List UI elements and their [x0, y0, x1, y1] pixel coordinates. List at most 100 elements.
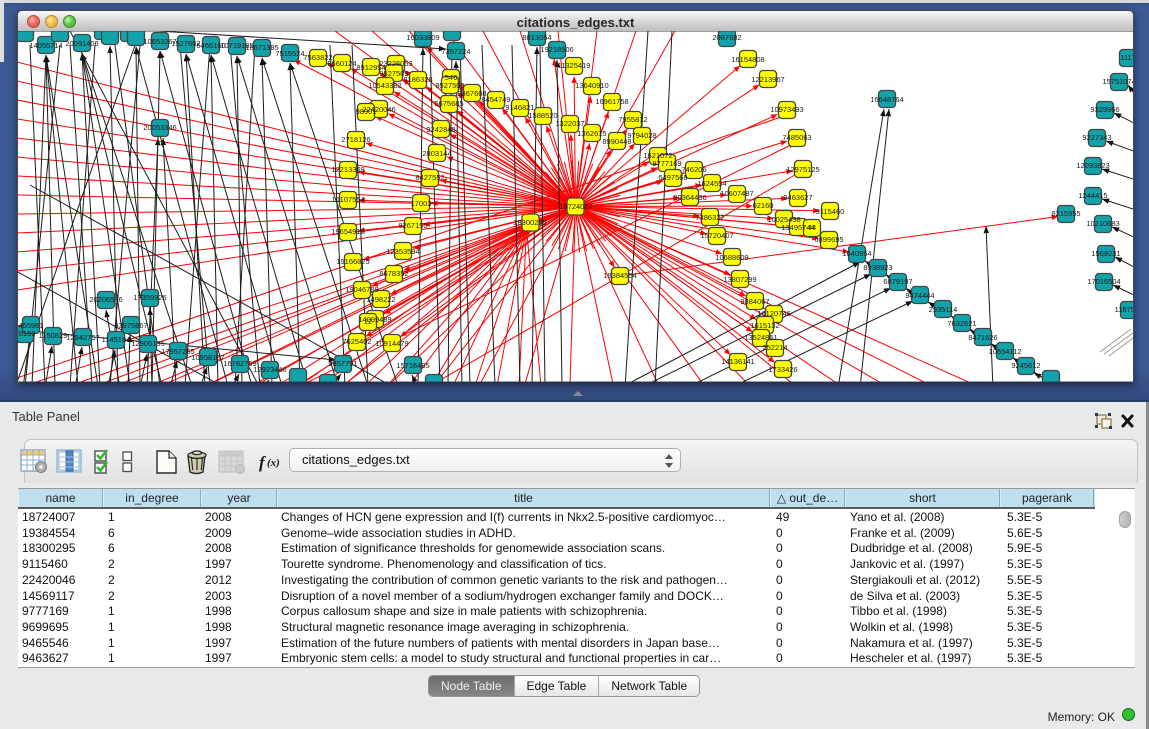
svg-text:15720407: 15720407 — [700, 231, 733, 240]
svg-text:13524851: 13524851 — [744, 333, 777, 342]
svg-text:455961: 455961 — [18, 321, 43, 330]
svg-text:1244415: 1244415 — [1078, 191, 1107, 200]
svg-text:17957255: 17957255 — [161, 347, 194, 356]
svg-text:16648764: 16648764 — [870, 95, 903, 104]
svg-text:f: f — [259, 453, 267, 472]
svg-text:2803144: 2803144 — [422, 149, 451, 158]
svg-text:9115460: 9115460 — [816, 207, 845, 216]
svg-text:12975125: 12975125 — [786, 165, 819, 174]
svg-text:23226053: 23226053 — [379, 59, 412, 68]
svg-text:16154808: 16154808 — [731, 55, 764, 64]
svg-text:(x): (x) — [267, 457, 280, 469]
svg-text:6497568: 6497568 — [658, 173, 687, 182]
svg-text:8471626: 8471626 — [968, 333, 997, 342]
svg-text:6899695: 6899695 — [814, 235, 843, 244]
svg-text:1733426: 1733426 — [768, 365, 797, 374]
svg-text:12213967: 12213967 — [751, 75, 784, 84]
svg-text:6879197: 6879197 — [883, 277, 912, 286]
svg-text:16961758: 16961758 — [595, 97, 628, 106]
svg-text:7955812: 7955812 — [618, 115, 647, 124]
svg-text:19384554: 19384554 — [603, 271, 636, 280]
svg-text:7625402: 7625402 — [342, 337, 371, 346]
svg-text:252214: 252214 — [762, 343, 787, 352]
svg-text:98901: 98901 — [356, 107, 377, 116]
svg-text:7386322: 7386322 — [695, 213, 724, 222]
svg-text:8427552: 8427552 — [415, 173, 444, 182]
svg-text:15716485: 15716485 — [396, 361, 429, 370]
svg-text:7357224: 7357224 — [441, 47, 470, 56]
svg-text:9857791: 9857791 — [328, 359, 357, 368]
svg-text:17003: 17003 — [411, 199, 432, 208]
svg-text:18300295: 18300295 — [513, 218, 546, 227]
svg-text:17359926: 17359926 — [133, 293, 166, 302]
svg-text:1640954: 1640954 — [842, 249, 871, 258]
svg-text:8215955: 8215955 — [1051, 209, 1080, 218]
svg-text:10543382: 10543382 — [368, 81, 401, 90]
svg-text:8813054: 8813054 — [522, 33, 551, 42]
svg-text:20053346: 20053346 — [143, 123, 176, 132]
svg-text:20206576: 20206576 — [89, 295, 122, 304]
svg-text:1615132: 1615132 — [750, 321, 779, 330]
svg-text:9329966: 9329966 — [1090, 105, 1119, 114]
svg-text:93975867: 93975867 — [114, 321, 147, 330]
svg-text:7515524: 7515524 — [275, 49, 304, 58]
svg-text:9794028: 9794028 — [627, 131, 656, 140]
svg-text:13807299: 13807299 — [723, 275, 756, 284]
svg-text:19218506: 19218506 — [540, 45, 573, 54]
svg-text:18724007: 18724007 — [559, 202, 592, 211]
svg-text:8678352: 8678352 — [379, 269, 408, 278]
svg-text:1145194: 1145194 — [102, 335, 131, 344]
svg-text:16120746: 16120746 — [757, 309, 790, 318]
svg-text:14055714: 14055714 — [29, 41, 62, 50]
svg-text:5675685: 5675685 — [434, 99, 463, 108]
svg-text:9242848: 9242848 — [426, 125, 455, 134]
svg-text:12905135: 12905135 — [131, 339, 164, 348]
svg-text:1588520: 1588520 — [528, 111, 557, 120]
svg-text:9777169: 9777169 — [652, 159, 681, 168]
svg-text:9884067: 9884067 — [740, 297, 769, 306]
svg-text:62160: 62160 — [753, 201, 774, 210]
svg-text:17016504: 17016504 — [1087, 277, 1120, 286]
svg-text:1498222: 1498222 — [366, 295, 395, 304]
svg-text:12213369: 12213369 — [331, 165, 364, 174]
svg-text:14136141: 14136141 — [721, 357, 754, 366]
svg-text:1322037: 1322037 — [555, 119, 584, 128]
svg-text:10107554: 10107554 — [331, 195, 364, 204]
svg-text:8938923: 8938923 — [863, 263, 892, 272]
svg-text:13640910: 13640910 — [575, 81, 608, 90]
svg-text:19166825: 19166825 — [336, 257, 369, 266]
svg-text:10688609: 10688609 — [715, 253, 748, 262]
svg-text:7632621: 7632621 — [947, 319, 976, 328]
svg-text:10654112: 10654112 — [989, 347, 1022, 356]
svg-text:10914479: 10914479 — [375, 339, 408, 348]
svg-text:16671385: 16671385 — [245, 43, 278, 52]
svg-text:39159: 39159 — [15, 329, 36, 338]
svg-text:1569231: 1569231 — [1091, 249, 1120, 258]
svg-text:1150829: 1150829 — [39, 331, 68, 340]
svg-text:44: 44 — [808, 223, 816, 232]
svg-text:1117: 1117 — [1120, 53, 1136, 62]
svg-text:11325419: 11325419 — [558, 61, 591, 70]
svg-text:19046788: 19046788 — [345, 285, 378, 294]
svg-text:8660124: 8660124 — [327, 59, 356, 68]
svg-text:2935114: 2935114 — [929, 305, 958, 314]
svg-text:10973493: 10973493 — [770, 105, 803, 114]
svg-text:9474444: 9474444 — [905, 291, 934, 300]
svg-text:9227343: 9227343 — [1082, 133, 1111, 142]
svg-text:20364436: 20364436 — [673, 193, 706, 202]
svg-text:12942757: 12942757 — [66, 333, 99, 342]
svg-text:1624554: 1624554 — [697, 179, 726, 188]
svg-text:12093823: 12093823 — [1076, 161, 1109, 170]
svg-text:15751074: 15751074 — [1102, 77, 1135, 86]
svg-text:10958107: 10958107 — [191, 353, 224, 362]
svg-text:8186328: 8186328 — [403, 75, 432, 84]
svg-text:16782759: 16782759 — [223, 359, 256, 368]
svg-text:12923446: 12923446 — [253, 365, 286, 374]
svg-text:10210683: 10210683 — [1086, 219, 1119, 228]
svg-text:2718126: 2718126 — [341, 135, 370, 144]
svg-text:20091406: 20091406 — [65, 39, 98, 48]
svg-text:8267150: 8267150 — [398, 221, 427, 230]
svg-text:1167533: 1167533 — [1115, 305, 1144, 314]
svg-text:12: 12 — [364, 317, 372, 326]
svg-text:9245612: 9245612 — [1011, 361, 1040, 370]
